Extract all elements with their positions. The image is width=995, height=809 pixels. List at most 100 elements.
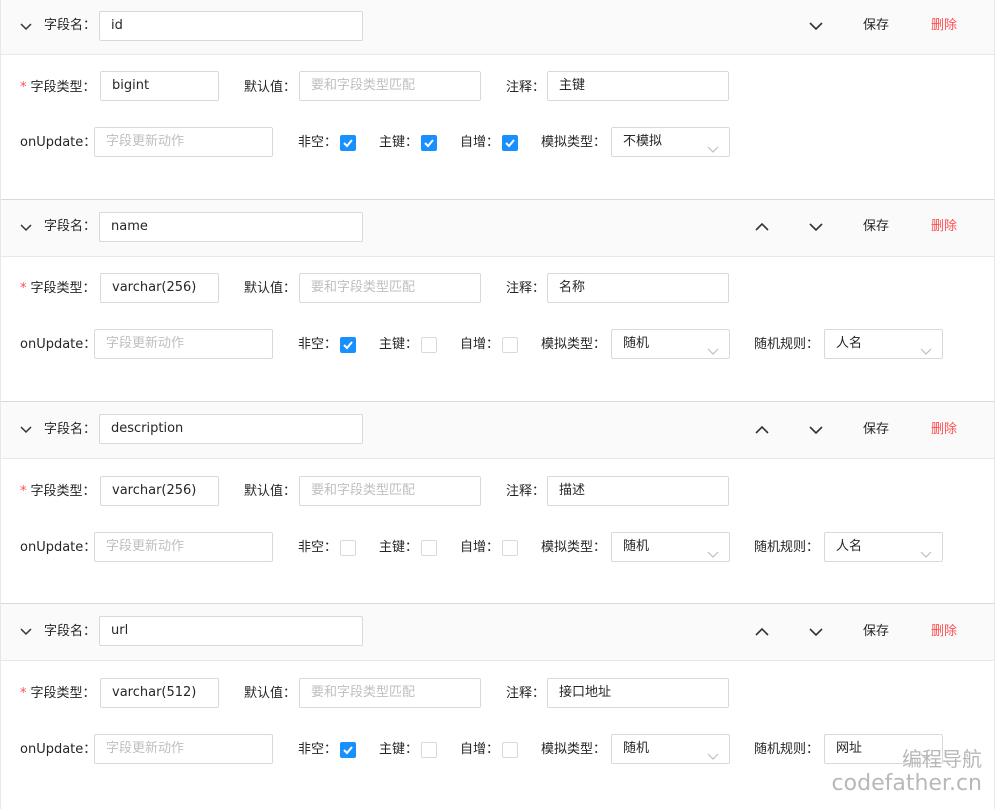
comment-label: 注释： — [506, 484, 546, 499]
save-button[interactable]: 保存 — [863, 622, 889, 642]
comment-label: 注释： — [506, 686, 546, 701]
field-type-input[interactable]: varchar(256) — [100, 476, 219, 506]
not-null-label: 非空： — [298, 540, 338, 555]
panel-header[interactable]: 字段名： name 保存 删除 — [1, 200, 994, 257]
move-down-icon[interactable] — [806, 622, 826, 642]
panel-header[interactable]: 字段名： id 保存 删除 — [1, 0, 994, 55]
default-value-input[interactable]: 要和字段类型匹配 — [299, 273, 481, 303]
default-value-input[interactable]: 要和字段类型匹配 — [299, 476, 481, 506]
save-button[interactable]: 保存 — [863, 217, 889, 237]
panel-header[interactable]: 字段名： url 保存 删除 — [1, 604, 994, 661]
delete-button[interactable]: 删除 — [931, 217, 957, 237]
mock-type-select[interactable]: 随机 — [611, 532, 730, 562]
default-value-input[interactable]: 要和字段类型匹配 — [299, 678, 481, 708]
default-value-label: 默认值： — [244, 484, 297, 499]
watermark-title: 编程导航 — [902, 747, 982, 771]
mock-type-select[interactable]: 不模拟 — [611, 127, 730, 157]
on-update-input[interactable]: 字段更新动作 — [94, 734, 273, 764]
not-null-checkbox[interactable] — [340, 742, 356, 758]
move-up-icon[interactable] — [752, 420, 772, 440]
mock-rule-label: 随机规则： — [754, 540, 820, 555]
comment-input[interactable]: 主键 — [547, 71, 729, 101]
comment-label: 注释： — [506, 80, 546, 95]
move-down-icon[interactable] — [806, 217, 826, 237]
save-button[interactable]: 保存 — [863, 420, 889, 440]
default-value-label: 默认值： — [244, 80, 297, 95]
primary-key-label: 主键： — [379, 337, 419, 352]
not-null-label: 非空： — [298, 742, 338, 757]
not-null-checkbox[interactable] — [340, 337, 356, 353]
delete-button[interactable]: 删除 — [931, 622, 957, 642]
select-arrow-icon — [707, 339, 719, 355]
field-name-input[interactable]: name — [99, 212, 363, 242]
chevron-down-icon[interactable] — [15, 217, 37, 239]
select-arrow-icon — [920, 339, 932, 355]
auto-increment-checkbox[interactable] — [502, 135, 518, 151]
panel-header[interactable]: 字段名： description 保存 删除 — [1, 402, 994, 459]
field-name-label: 字段名： — [44, 18, 97, 33]
field-panel-description: 字段名： description 保存 删除 * 字段类型： varchar(25… — [1, 402, 994, 604]
mock-type-select[interactable]: 随机 — [611, 734, 730, 764]
not-null-label: 非空： — [298, 135, 338, 150]
field-panel-id: 字段名： id 保存 删除 * 字段类型： bigint 默认值： 要和字段类型匹… — [1, 0, 994, 200]
field-type-input[interactable]: varchar(512) — [100, 678, 219, 708]
chevron-down-icon[interactable] — [15, 16, 37, 38]
move-down-icon[interactable] — [806, 420, 826, 440]
on-update-label: onUpdate： — [20, 742, 97, 757]
move-down-icon[interactable] — [806, 16, 826, 36]
on-update-label: onUpdate： — [20, 135, 97, 150]
field-type-input[interactable]: bigint — [100, 71, 219, 101]
field-name-input[interactable]: id — [99, 11, 363, 41]
primary-key-label: 主键： — [379, 540, 419, 555]
delete-button[interactable]: 删除 — [931, 16, 957, 36]
auto-increment-checkbox[interactable] — [502, 742, 518, 758]
select-arrow-icon — [707, 744, 719, 760]
select-arrow-icon — [707, 542, 719, 558]
move-up-icon[interactable] — [752, 217, 772, 237]
default-value-input[interactable]: 要和字段类型匹配 — [299, 71, 481, 101]
mock-type-label: 模拟类型： — [541, 135, 607, 150]
field-name-label: 字段名： — [44, 422, 97, 437]
field-name-input[interactable]: description — [99, 414, 363, 444]
mock-rule-select[interactable]: 人名 — [824, 532, 943, 562]
primary-key-label: 主键： — [379, 742, 419, 757]
field-type-label: * 字段类型： — [20, 686, 96, 701]
mock-type-label: 模拟类型： — [541, 540, 607, 555]
not-null-checkbox[interactable] — [340, 135, 356, 151]
mock-rule-select[interactable]: 人名 — [824, 329, 943, 359]
primary-key-label: 主键： — [379, 135, 419, 150]
primary-key-checkbox[interactable] — [421, 742, 437, 758]
save-button[interactable]: 保存 — [863, 16, 889, 36]
mock-type-value: 不模拟 — [623, 134, 663, 149]
mock-rule-value: 人名 — [836, 539, 863, 554]
watermark-domain: codefather.cn — [831, 771, 982, 796]
primary-key-checkbox[interactable] — [421, 135, 437, 151]
field-name-input[interactable]: url — [99, 616, 363, 646]
select-arrow-icon — [920, 542, 932, 558]
on-update-input[interactable]: 字段更新动作 — [94, 329, 273, 359]
comment-input[interactable]: 描述 — [547, 476, 729, 506]
default-value-label: 默认值： — [244, 281, 297, 296]
comment-input[interactable]: 接口地址 — [547, 678, 729, 708]
move-up-icon[interactable] — [752, 622, 772, 642]
mock-type-value: 随机 — [623, 539, 650, 554]
field-panel-name: 字段名： name 保存 删除 * 字段类型： varchar(256) 默认值：… — [1, 200, 994, 402]
default-value-label: 默认值： — [244, 686, 297, 701]
field-type-input[interactable]: varchar(256) — [100, 273, 219, 303]
primary-key-checkbox[interactable] — [421, 540, 437, 556]
field-name-label: 字段名： — [44, 624, 97, 639]
not-null-label: 非空： — [298, 337, 338, 352]
auto-increment-checkbox[interactable] — [502, 540, 518, 556]
chevron-down-icon[interactable] — [15, 621, 37, 643]
on-update-input[interactable]: 字段更新动作 — [94, 532, 273, 562]
mock-type-select[interactable]: 随机 — [611, 329, 730, 359]
comment-input[interactable]: 名称 — [547, 273, 729, 303]
auto-increment-checkbox[interactable] — [502, 337, 518, 353]
on-update-input[interactable]: 字段更新动作 — [94, 127, 273, 157]
primary-key-checkbox[interactable] — [421, 337, 437, 353]
mock-type-value: 随机 — [623, 741, 650, 756]
chevron-down-icon[interactable] — [15, 419, 37, 441]
delete-button[interactable]: 删除 — [931, 420, 957, 440]
not-null-checkbox[interactable] — [340, 540, 356, 556]
auto-increment-label: 自增： — [460, 337, 500, 352]
